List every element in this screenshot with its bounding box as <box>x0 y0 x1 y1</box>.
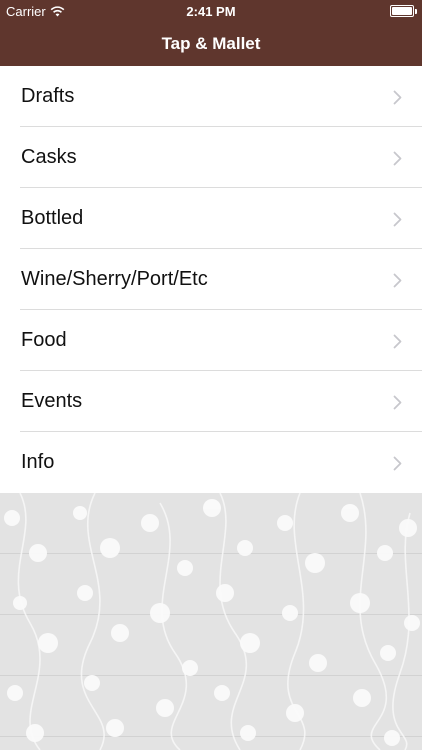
nav-bar: Tap & Mallet <box>0 22 422 66</box>
menu-item-casks[interactable]: Casks <box>0 127 422 188</box>
menu-item-info[interactable]: Info <box>0 432 422 493</box>
battery-nub <box>415 9 417 14</box>
battery-fill <box>392 7 412 15</box>
chevron-right-icon <box>393 334 402 348</box>
chevron-right-icon <box>393 90 402 104</box>
vine-pattern <box>4 493 420 750</box>
chevron-right-icon <box>393 212 402 226</box>
menu-item-label: Casks <box>21 146 77 168</box>
menu-item-label: Food <box>21 329 67 351</box>
menu-item-label: Bottled <box>21 207 84 229</box>
menu-item-events[interactable]: Events <box>0 371 422 432</box>
menu-item-wine-sherry-port-etc[interactable]: Wine/Sherry/Port/Etc <box>0 249 422 310</box>
chevron-right-icon <box>393 273 402 287</box>
chevron-right-icon <box>393 456 402 470</box>
status-bar: Carrier 2:41 PM <box>0 0 422 22</box>
menu-item-drafts[interactable]: Drafts <box>0 66 422 127</box>
menu-item-label: Info <box>21 451 55 473</box>
nav-title: Tap & Mallet <box>161 34 261 53</box>
menu-item-label: Events <box>21 390 83 412</box>
menu-list: Drafts Casks Bottled Wine/Sherry/Port/Et… <box>0 66 422 493</box>
battery-icon <box>390 5 417 17</box>
status-time: 2:41 PM <box>186 4 236 19</box>
menu-item-bottled[interactable]: Bottled <box>0 188 422 249</box>
menu-item-food[interactable]: Food <box>0 310 422 371</box>
header: Carrier 2:41 PM Tap & Mallet <box>0 0 422 66</box>
chevron-right-icon <box>393 395 402 409</box>
menu-item-label: Drafts <box>21 85 75 107</box>
app-screen: Carrier 2:41 PM Tap & Mallet Drafts Cask… <box>0 0 422 750</box>
vine-wallpaper <box>0 493 422 750</box>
chevron-right-icon <box>393 151 402 165</box>
menu-item-label: Wine/Sherry/Port/Etc <box>21 268 208 290</box>
